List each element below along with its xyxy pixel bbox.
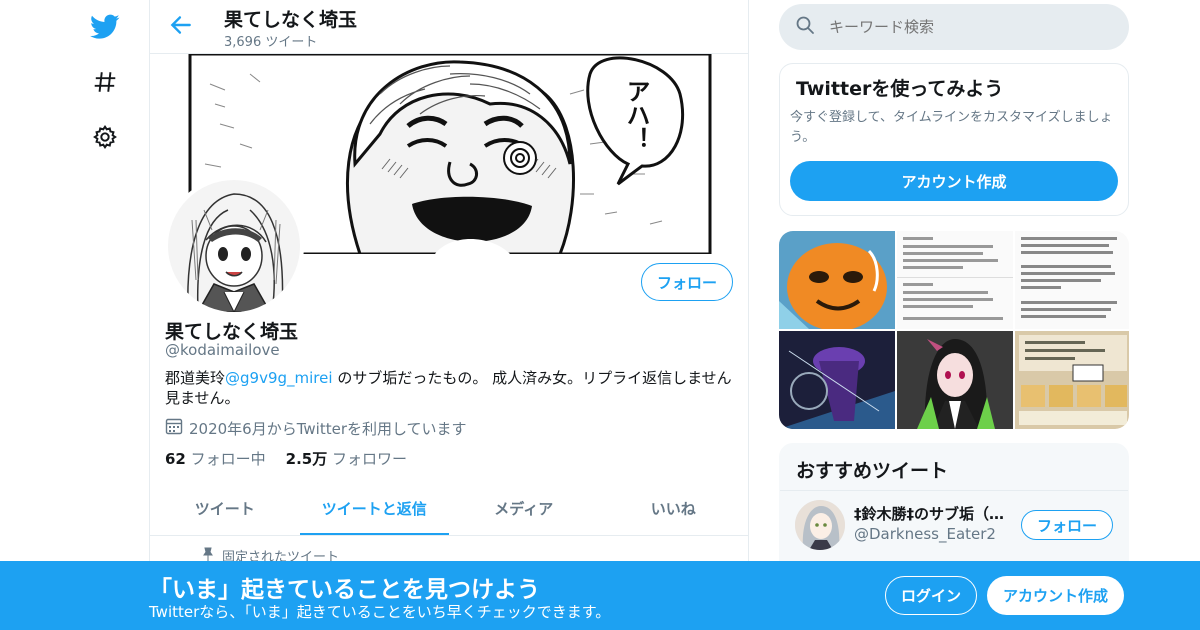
calendar-icon [165,417,183,439]
media-thumb-text-screenshot[interactable] [897,231,1013,329]
signup-prompt-bar: 「いま」起きていることを見つけよう Twitterなら、「いま」起きていることを… [0,561,1200,630]
followers-link[interactable]: 2.5万 フォロワー [286,448,407,469]
profile-column: 果てしなく埼玉 3,696 ツイート アハ！ フォロー 果てしなく埼玉 @kod… [149,0,749,630]
twitter-logo-icon[interactable] [88,10,122,44]
signup-card: Twitterを使ってみよう 今すぐ登録して、タイムラインをカスタマイズしましょ… [779,63,1129,216]
tab-tweets-and-replies[interactable]: ツイートと返信 [299,482,450,535]
header-name: 果てしなく埼玉 [224,9,358,31]
prompt-subtitle: Twitterなら、「いま」起きていることをいち早くチェックできます。 [149,603,611,621]
recommended-follow-button[interactable]: フォロー [1021,510,1113,540]
joined-text: 2020年6月からTwitterを利用しています [189,419,467,438]
followers-count: 2.5万 [285,450,328,468]
signup-description: 今すぐ登録して、タイムラインをカスタマイズしましょう。 [790,110,1113,145]
tweet-count: 3,696 ツイート [224,35,318,50]
search-icon [795,15,815,39]
search-box[interactable] [779,4,1129,50]
recommended-user-row[interactable]: ‡鈴木勝‡のサブ垢（… @Darkness_Eater2 フォロー [780,490,1128,560]
gear-icon[interactable] [88,120,122,154]
signup-button[interactable]: アカウント作成 [987,576,1124,615]
follow-button[interactable]: フォロー [641,263,733,301]
bio-mention-link[interactable]: @g9v9g_mirei [225,369,333,387]
recommended-user-handle: @Darkness_Eater2 [854,525,996,543]
hashtag-icon[interactable] [88,65,122,99]
following-label: フォロー中 [190,450,266,468]
media-thumb-snack-packages[interactable] [1015,331,1129,429]
create-account-button[interactable]: アカウント作成 [790,161,1118,201]
tab-media[interactable]: メディア [449,482,599,535]
media-thumb-anime-character[interactable] [897,331,1013,429]
media-thumb-orange-character[interactable] [779,231,895,329]
back-arrow-icon[interactable] [168,12,194,38]
tab-tweets[interactable]: ツイート [150,482,300,535]
recommended-user-name: ‡鈴木勝‡のサブ垢（… [854,505,1005,523]
prompt-title: 「いま」起きていることを見つけよう [149,577,540,603]
profile-handle: @kodaimailove [165,341,280,359]
profile-tabs: ツイート ツイートと返信 メディア いいね [150,482,748,536]
following-link[interactable]: 62 フォロー中 [165,448,266,469]
recommended-user-avatar[interactable] [795,500,845,550]
recommended-title: おすすめツイート [796,460,949,482]
left-nav [0,0,150,630]
media-thumb-purple-figure[interactable] [779,331,895,429]
signup-title: Twitterを使ってみよう [796,78,1004,100]
tab-likes[interactable]: いいね [599,482,749,535]
media-thumb-text-screenshot-2[interactable] [1015,231,1129,329]
profile-header: 果てしなく埼玉 3,696 ツイート [150,0,748,54]
speech-bubble-text: アハ！ [622,79,650,151]
search-input[interactable] [829,18,1089,36]
joined-date: 2020年6月からTwitterを利用しています [165,417,467,439]
follow-stats: 62 フォロー中 2.5万 フォロワー [165,448,407,469]
following-count: 62 [165,450,186,468]
followers-label: フォロワー [332,450,408,468]
profile-avatar[interactable] [164,176,304,316]
login-button[interactable]: ログイン [885,576,977,615]
bio-prefix: 郡道美玲 [165,369,226,387]
profile-bio: 郡道美玲@g9v9g_mirei のサブ垢だったもの。 成人済み女。リプライ返信… [165,368,735,408]
media-grid [779,231,1129,429]
profile-name: 果てしなく埼玉 [165,321,299,343]
